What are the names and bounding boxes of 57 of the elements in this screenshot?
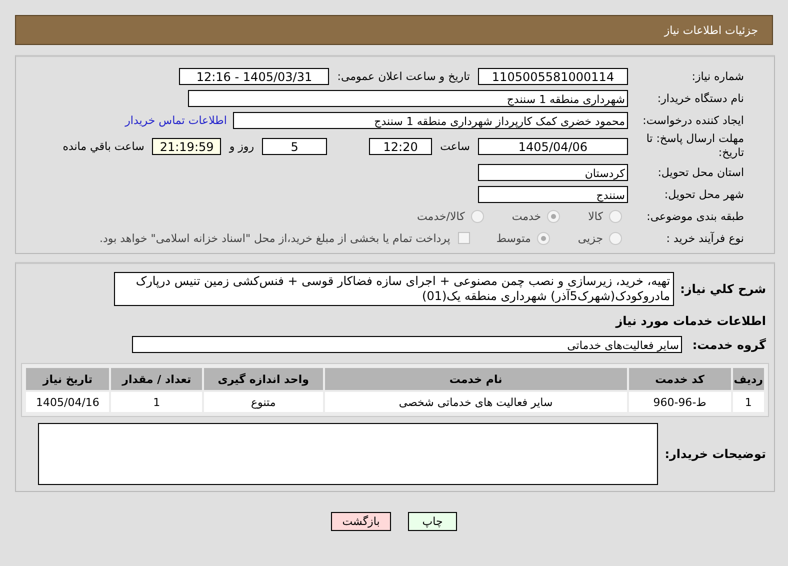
table-cell: سایر فعالیت های خدماتی شخصی [324,392,627,412]
field-label: نوع فرآیند خرید : [665,232,744,244]
field-label: مهلت ارسال پاسخ: تا تاریخ: [645,132,744,160]
field-label: ایجاد کننده درخواست: [642,114,744,126]
checkbox[interactable] [458,232,470,244]
column-header: ردیف [732,368,764,390]
days-field: 5 [262,138,328,154]
service-group-field: سایر فعالیت‌های خدماتی [132,336,682,353]
remaining-time-field: 21:19:59 [152,138,222,154]
table-cell: 1405/04/16 [26,392,110,412]
field-label: شهر محل تحویل: [663,188,744,200]
back-button[interactable]: بازگشت [331,512,391,531]
radio-label: کالا/خدمت [417,210,465,222]
radio-label: متوسط [496,232,531,244]
field-label: شرح کلي نياز: [680,282,766,296]
section-title: اطلاعات خدمات مورد نیاز [616,314,766,328]
field-label: نام دستگاه خریدار: [656,92,744,104]
column-header: تاریخ نیاز [26,368,110,390]
field-label: طبقه بندی موضوعی: [646,210,744,222]
buyer-notes-field[interactable] [38,423,658,485]
city-field: سنندج [478,186,628,202]
column-header: کد خدمت [628,368,731,390]
table-cell: 1 [111,392,202,412]
table-cell: 1 [732,392,764,412]
field-label: توضیحات خریدار: [664,447,766,461]
province-field: کردستان [478,164,628,180]
radio-label: کالا [588,210,603,222]
time-label: ساعت [440,140,470,152]
table-cell: ط-96-960 [628,392,731,412]
buyer-org-field: شهرداری منطقه 1 سنندج [188,90,628,106]
column-header: تعداد / مقدار [111,368,202,390]
radio-button[interactable] [536,232,550,244]
requester-field: محمود خضری کمک کارپرداز شهرداری منطقه 1 سنندج [233,112,628,128]
print-button[interactable]: چاپ [408,512,457,531]
checkbox-label: پرداخت تمام یا بخشی از مبلغ خرید،از محل "اسناد خزانه اسلامی" خواهد بود. [100,232,450,244]
field-label: تاریخ و ساعت اعلان عمومی: [337,70,470,82]
column-header: نام خدمت [324,368,627,390]
radio-label: خدمت [512,210,542,222]
radio-button[interactable] [470,210,484,222]
deadline-date-field: 1405/04/06 [478,138,628,154]
buyer-contact-link[interactable]: اطلاعات تماس خریدار [125,114,227,126]
deadline-time-field: 12:20 [369,138,432,154]
radio-button[interactable] [547,210,560,222]
remaining-label: ساعت باقي مانده [62,140,144,152]
field-label: استان محل تحویل: [656,166,744,178]
radio-label: جزیی [578,232,603,244]
radio-button[interactable] [609,232,622,244]
need-number-field: 1105005581000114 [478,68,628,84]
field-label: شماره نیاز: [690,70,744,82]
table-cell: متنوع [204,392,323,412]
radio-button[interactable] [609,210,622,222]
announce-date-field: 1405/03/31 - 12:16 [179,68,330,84]
description-field: تهیه، خرید، زیرسازی و نصب چمن مصنوعی + اجرای سازه فضاکار قوسی + فنس‌کشی زمین تنیس درپارک مادروکودک(شهرک5آذر) شهرداری منطقه یک(01) [114,272,674,306]
column-header: واحد اندازه گیری [204,368,323,390]
page-title: جزئیات اطلاعات نیاز [664,24,758,36]
field-label: گروه خدمت: [691,338,766,352]
days-label: روز و [229,140,254,152]
